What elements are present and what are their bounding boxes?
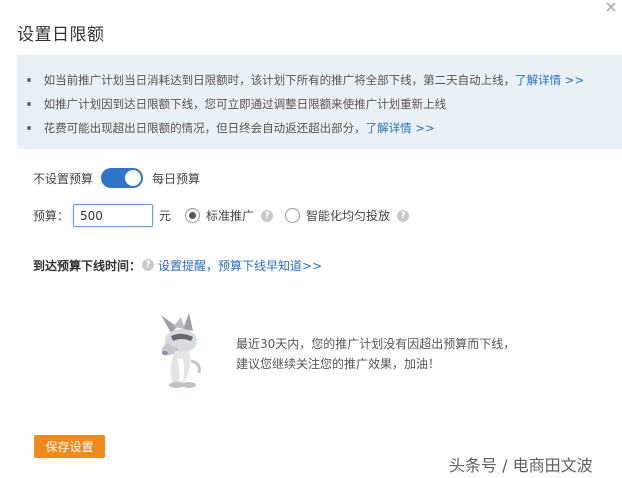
- budget-row: 预算： 元 标准推广 ? 智能化均匀投放 ?: [33, 203, 421, 228]
- notice-item: 花费可能出现超出日限额的情况，但日终会自动返还超出部分，了解详情 >>: [27, 120, 435, 136]
- budget-toggle-switch[interactable]: [101, 168, 144, 188]
- empty-state-message: 最近30天内，您的推广计划没有因超出预算而下线， 建议您继续关注您的推广效果，加…: [236, 334, 515, 374]
- help-icon[interactable]: ?: [142, 259, 155, 271]
- notice-text: 花费可能出现超出日限额的情况，但日终会自动返还超出部分，: [43, 121, 366, 135]
- help-icon[interactable]: ?: [397, 209, 410, 222]
- notice-panel: 如当前推广计划当日消耗达到日限额时，该计划下所有的推广将全部下线，第二天自动上线…: [17, 55, 622, 149]
- empty-state-line: 最近30天内，您的推广计划没有因超出预算而下线，: [236, 337, 516, 351]
- save-button[interactable]: 保存设置: [34, 435, 105, 458]
- smart-delivery-option[interactable]: 智能化均匀投放 ?: [285, 207, 410, 224]
- budget-toggle-row: 不设置预算 每日预算: [33, 167, 200, 189]
- standard-delivery-option[interactable]: 标准推广 ?: [185, 207, 274, 224]
- help-icon[interactable]: ?: [261, 209, 274, 222]
- budget-label: 预算：: [33, 209, 70, 223]
- budget-input[interactable]: [73, 204, 154, 227]
- notice-item: 如推广计划因到达日限额下线，您可立即通过调整日限额来使推广计划重新上线: [27, 96, 447, 112]
- daily-budget-label: 每日预算: [152, 171, 201, 186]
- smart-delivery-label: 智能化均匀投放: [306, 209, 391, 223]
- dialog-title: 设置日限额: [17, 25, 105, 45]
- watermark-text: 头条号 / 电商田文波: [449, 456, 593, 475]
- notice-item: 如当前推广计划当日消耗达到日限额时，该计划下所有的推广将全部下线，第二天自动上线…: [27, 72, 584, 88]
- close-icon[interactable]: [604, 0, 618, 14]
- notice-text: 如当前推广计划当日消耗达到日限额时，该计划下所有的推广将全部下线，第二天自动上线…: [43, 73, 516, 87]
- toggle-knob: [125, 170, 142, 186]
- standard-delivery-radio[interactable]: [185, 208, 201, 223]
- smart-delivery-radio[interactable]: [285, 208, 301, 223]
- offline-time-label: 到达预算下线时间：: [33, 258, 142, 273]
- learn-more-link[interactable]: 了解详情 >>: [366, 121, 435, 135]
- empty-state-line: 建议您继续关注您的推广效果，加油！: [236, 357, 441, 371]
- offline-time-row: 到达预算下线时间： ? 设置提醒，预算下线早知道>>: [33, 257, 322, 273]
- no-budget-label: 不设置预算: [33, 171, 94, 186]
- learn-more-link[interactable]: 了解详情 >>: [515, 73, 584, 87]
- standard-delivery-label: 标准推广: [206, 209, 255, 223]
- notice-text: 如推广计划因到达日限额下线，您可立即通过调整日限额来使推广计划重新上线: [43, 97, 447, 111]
- set-reminder-link[interactable]: 设置提醒，预算下线早知道>>: [158, 257, 322, 274]
- currency-unit: 元: [159, 209, 172, 223]
- kangaroo-mascot-icon: [161, 313, 201, 388]
